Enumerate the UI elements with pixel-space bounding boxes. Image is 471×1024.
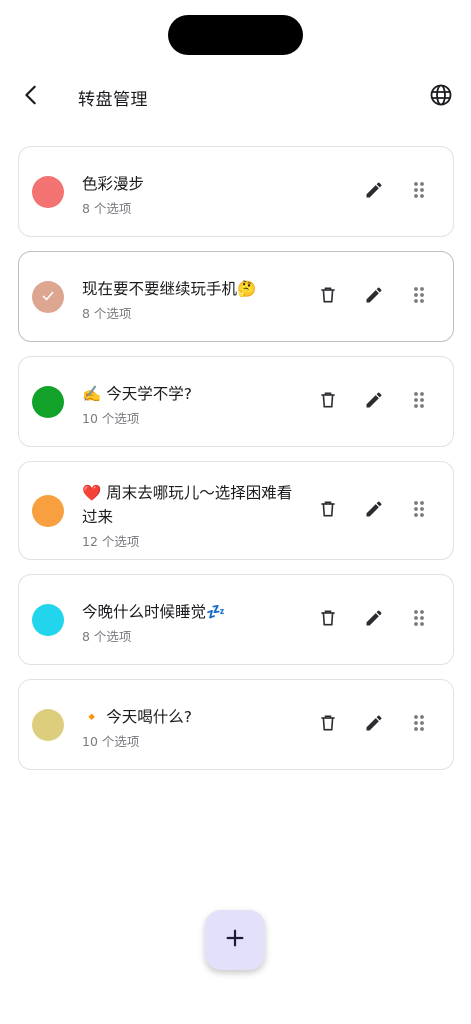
wheel-color-dot [32, 709, 64, 741]
drag-handle-icon [411, 180, 427, 204]
trash-icon [318, 499, 338, 523]
pencil-icon [364, 180, 384, 204]
wheel-option-count: 10 个选项 [82, 734, 140, 749]
delete-button[interactable] [313, 282, 343, 312]
check-icon [41, 288, 55, 307]
drag-handle-icon [411, 608, 427, 632]
drag-handle[interactable] [404, 282, 434, 312]
wheel-name: 色彩漫步 [82, 175, 145, 193]
delete-button[interactable] [313, 387, 343, 417]
wheel-list: 色彩漫步 8 个选项 现在要不要继续玩手机🤔 8 个选项 ✍️ 今天学不学? 1… [18, 146, 454, 784]
wheel-option-count: 8 个选项 [82, 306, 132, 321]
drag-handle-icon [411, 713, 427, 737]
wheel-option-count: 8 个选项 [82, 201, 132, 216]
delete-button[interactable] [313, 496, 343, 526]
wheel-card[interactable]: 色彩漫步 8 个选项 [18, 146, 454, 237]
edit-button[interactable] [359, 496, 389, 526]
trash-icon [318, 608, 338, 632]
edit-button[interactable] [359, 177, 389, 207]
globe-icon [429, 83, 453, 111]
wheel-name: 现在要不要继续玩手机🤔 [82, 280, 257, 298]
delete-button[interactable] [313, 605, 343, 635]
plus-icon [224, 927, 246, 953]
language-button[interactable] [424, 80, 458, 114]
app-header: 转盘管理 [0, 72, 471, 122]
wheel-text: 色彩漫步 8 个选项 [82, 172, 302, 217]
wheel-option-count: 8 个选项 [82, 629, 132, 644]
drag-handle[interactable] [404, 177, 434, 207]
trash-icon [318, 390, 338, 414]
wheel-option-count: 12 个选项 [82, 534, 140, 549]
trash-icon [318, 713, 338, 737]
wheel-text: ❤️ 周末去哪玩儿～选择困难看过来 12 个选项 [82, 481, 302, 550]
page-title: 转盘管理 [78, 90, 148, 110]
wheel-card-selected[interactable]: 现在要不要继续玩手机🤔 8 个选项 [18, 251, 454, 342]
wheel-name: 🔸 今天喝什么? [82, 708, 192, 726]
wheel-option-count: 10 个选项 [82, 411, 140, 426]
wheel-text: 现在要不要继续玩手机🤔 8 个选项 [82, 277, 302, 322]
edit-button[interactable] [359, 605, 389, 635]
wheel-color-dot [32, 176, 64, 208]
wheel-card[interactable]: 今晚什么时候睡觉💤 8 个选项 [18, 574, 454, 665]
trash-icon [318, 285, 338, 309]
drag-handle-icon [411, 285, 427, 309]
edit-button[interactable] [359, 710, 389, 740]
wheel-name: ✍️ 今天学不学? [82, 385, 192, 403]
drag-handle[interactable] [404, 710, 434, 740]
dynamic-island [168, 15, 303, 55]
wheel-card[interactable]: ✍️ 今天学不学? 10 个选项 [18, 356, 454, 447]
pencil-icon [364, 713, 384, 737]
delete-button[interactable] [313, 710, 343, 740]
arrow-back-icon [20, 84, 42, 110]
wheel-color-dot [32, 604, 64, 636]
wheel-card[interactable]: 🔸 今天喝什么? 10 个选项 [18, 679, 454, 770]
edit-button[interactable] [359, 282, 389, 312]
wheel-name: ❤️ 周末去哪玩儿～选择困难看过来 [82, 484, 293, 526]
wheel-name: 今晚什么时候睡觉💤 [82, 603, 226, 621]
wheel-card[interactable]: ❤️ 周末去哪玩儿～选择困难看过来 12 个选项 [18, 461, 454, 560]
pencil-icon [364, 390, 384, 414]
wheel-text: 🔸 今天喝什么? 10 个选项 [82, 705, 302, 750]
back-button[interactable] [14, 80, 48, 114]
wheel-text: 今晚什么时候睡觉💤 8 个选项 [82, 600, 302, 645]
wheel-color-dot [32, 281, 64, 313]
edit-button[interactable] [359, 387, 389, 417]
drag-handle[interactable] [404, 605, 434, 635]
drag-handle[interactable] [404, 496, 434, 526]
pencil-icon [364, 285, 384, 309]
pencil-icon [364, 608, 384, 632]
drag-handle-icon [411, 499, 427, 523]
drag-handle-icon [411, 390, 427, 414]
wheel-text: ✍️ 今天学不学? 10 个选项 [82, 382, 302, 427]
wheel-color-dot [32, 386, 64, 418]
add-wheel-button[interactable] [205, 910, 265, 970]
wheel-color-dot [32, 495, 64, 527]
pencil-icon [364, 499, 384, 523]
drag-handle[interactable] [404, 387, 434, 417]
